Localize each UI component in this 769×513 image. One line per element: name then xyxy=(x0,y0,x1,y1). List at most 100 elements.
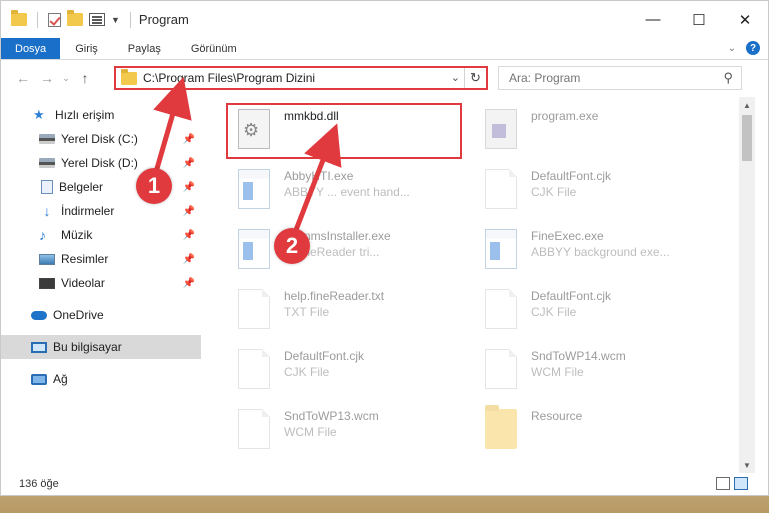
sidebar-item-label: Belgeler xyxy=(59,180,104,194)
sidebar-item-label: Bu bilgisayar xyxy=(53,340,122,354)
sidebar-item-music[interactable]: ♪ Müzik 📌 xyxy=(1,223,201,247)
pin-icon[interactable]: 📌 xyxy=(183,134,195,145)
pin-icon[interactable]: 📌 xyxy=(183,254,195,265)
star-icon: ★ xyxy=(33,107,45,122)
address-bar[interactable]: C:\Program Files\Program Dizini ⌄ ↻ xyxy=(114,66,488,90)
navigation-bar: ← → ⌄ ↑ C:\Program Files\Program Dizini … xyxy=(1,61,768,95)
tab-file[interactable]: Dosya xyxy=(1,38,61,59)
close-button[interactable]: ✕ xyxy=(722,1,768,38)
sidebar-item-onedrive[interactable]: OneDrive xyxy=(1,303,201,327)
scroll-up-icon[interactable]: ▲ xyxy=(739,97,755,113)
file-item[interactable]: SndToWP13.wcm WCM File xyxy=(224,403,464,455)
new-folder-icon[interactable] xyxy=(67,10,83,26)
file-name: SndToWP13.wcm xyxy=(284,409,379,423)
up-arrow-icon[interactable]: ↑ xyxy=(73,70,97,86)
ribbon-tabs: Dosya Giriş Paylaş Görünüm ⌄ ? xyxy=(1,38,768,60)
sidebar-item-this-pc[interactable]: Bu bilgisayar xyxy=(1,335,201,359)
chevron-down-icon[interactable]: ⌄ xyxy=(451,71,460,84)
onedrive-icon xyxy=(31,310,47,320)
sidebar-item-label: Yerel Disk (C:) xyxy=(61,132,138,146)
sidebar-item-videos[interactable]: Videolar 📌 xyxy=(1,271,201,295)
file-item[interactable]: ...ammsInstaller.exe ... fineReader tri.… xyxy=(224,223,464,275)
file-name: DefaultFont.cjk xyxy=(531,289,612,303)
pin-icon[interactable]: 📌 xyxy=(183,158,195,169)
tab-share[interactable]: Paylaş xyxy=(113,38,176,59)
pin-icon[interactable]: 📌 xyxy=(183,182,195,193)
file-item[interactable]: FineExec.exe ABBYY background exe... xyxy=(471,223,711,275)
help-icon[interactable]: ? xyxy=(746,41,760,55)
computer-icon xyxy=(31,341,47,353)
back-arrow-icon[interactable]: ← xyxy=(11,70,35,86)
file-type: CJK File xyxy=(284,365,330,379)
file-item[interactable]: Resource xyxy=(471,403,711,455)
search-icon[interactable]: ⚲ xyxy=(723,70,733,86)
folder-icon xyxy=(121,68,137,85)
documents-icon xyxy=(41,180,53,194)
sidebar-item-downloads[interactable]: ↓ İndirmeler 📌 xyxy=(1,199,201,223)
recent-locations-icon[interactable]: ⌄ xyxy=(59,73,73,84)
details-view-icon[interactable] xyxy=(716,477,730,490)
scroll-down-icon[interactable]: ▼ xyxy=(739,457,755,473)
expand-ribbon-icon[interactable]: ⌄ xyxy=(728,43,736,54)
file-name: AbbyHTI.exe xyxy=(284,169,354,183)
pictures-icon xyxy=(39,253,55,265)
exe-file-icon xyxy=(485,109,517,149)
properties-check-icon[interactable] xyxy=(48,12,61,27)
address-path[interactable]: C:\Program Files\Program Dizini xyxy=(143,71,315,85)
pin-icon[interactable]: 📌 xyxy=(183,206,195,217)
scrollbar-thumb[interactable] xyxy=(742,115,752,161)
forward-arrow-icon[interactable]: → xyxy=(35,70,59,86)
window-title: Program xyxy=(138,12,189,27)
divider xyxy=(37,11,38,28)
search-input[interactable] xyxy=(509,71,709,85)
search-box[interactable]: ⚲ xyxy=(498,66,742,90)
refresh-icon[interactable]: ↻ xyxy=(464,68,486,88)
file-item[interactable]: program.exe xyxy=(471,103,711,155)
file-type: WCM File xyxy=(284,425,337,439)
file-item[interactable]: AbbyHTI.exe ABBYY ... event hand... xyxy=(224,163,464,215)
file-item[interactable]: DefaultFont.cjk CJK File xyxy=(471,283,711,335)
sidebar-item-label: Hızlı erişim xyxy=(55,108,115,122)
document-icon xyxy=(238,409,270,449)
file-name: SndToWP14.wcm xyxy=(531,349,626,363)
maximize-button[interactable]: ☐ xyxy=(676,1,722,38)
minimize-button[interactable]: — xyxy=(630,1,676,38)
vertical-scrollbar[interactable]: ▲ ▼ xyxy=(739,97,755,473)
file-type: ABBYY ... event hand... xyxy=(284,185,410,199)
divider xyxy=(129,11,131,28)
sidebar-item-label: İndirmeler xyxy=(61,204,115,218)
document-icon xyxy=(238,289,270,329)
file-item[interactable]: DefaultFont.cjk CJK File xyxy=(224,343,464,395)
document-icon xyxy=(485,169,517,209)
step-2-badge: 2 xyxy=(274,228,310,264)
customize-toolbar-icon[interactable]: ▼ xyxy=(111,15,120,25)
sidebar-item-local-disk-c[interactable]: Yerel Disk (C:) 📌 xyxy=(1,127,201,151)
sidebar-item-pictures[interactable]: Resimler 📌 xyxy=(1,247,201,271)
sidebar-item-label: Yerel Disk (D:) xyxy=(61,156,138,170)
view-details-icon[interactable] xyxy=(89,13,105,26)
pin-icon[interactable]: 📌 xyxy=(183,230,195,241)
tab-home[interactable]: Giriş xyxy=(60,38,113,59)
highlight-box xyxy=(226,103,462,159)
sidebar-item-local-disk-d[interactable]: Yerel Disk (D:) 📌 xyxy=(1,151,201,175)
sidebar-item-label: Videolar xyxy=(61,276,105,290)
document-icon xyxy=(485,289,517,329)
folder-icon[interactable] xyxy=(11,10,27,26)
file-item[interactable]: DefaultFont.cjk CJK File xyxy=(471,163,711,215)
pin-icon[interactable]: 📌 xyxy=(183,278,195,289)
large-icons-view-icon[interactable] xyxy=(734,477,748,490)
file-type: CJK File xyxy=(531,185,577,199)
file-item[interactable]: SndToWP14.wcm WCM File xyxy=(471,343,711,395)
tab-view[interactable]: Görünüm xyxy=(176,38,252,59)
sidebar-item-label: Müzik xyxy=(61,228,93,242)
view-toggle xyxy=(716,477,748,490)
sidebar-item-quick-access[interactable]: ★ Hızlı erişim xyxy=(1,103,201,127)
application-icon xyxy=(238,229,270,269)
downloads-icon: ↓ xyxy=(43,203,51,219)
application-icon xyxy=(485,229,517,269)
title-bar: ▼ Program — ☐ ✕ xyxy=(1,1,768,38)
file-type: WCM File xyxy=(531,365,584,379)
sidebar-item-network[interactable]: Ağ xyxy=(1,367,201,391)
file-item[interactable]: help.fineReader.txt TXT File xyxy=(224,283,464,335)
music-icon: ♪ xyxy=(39,227,46,243)
